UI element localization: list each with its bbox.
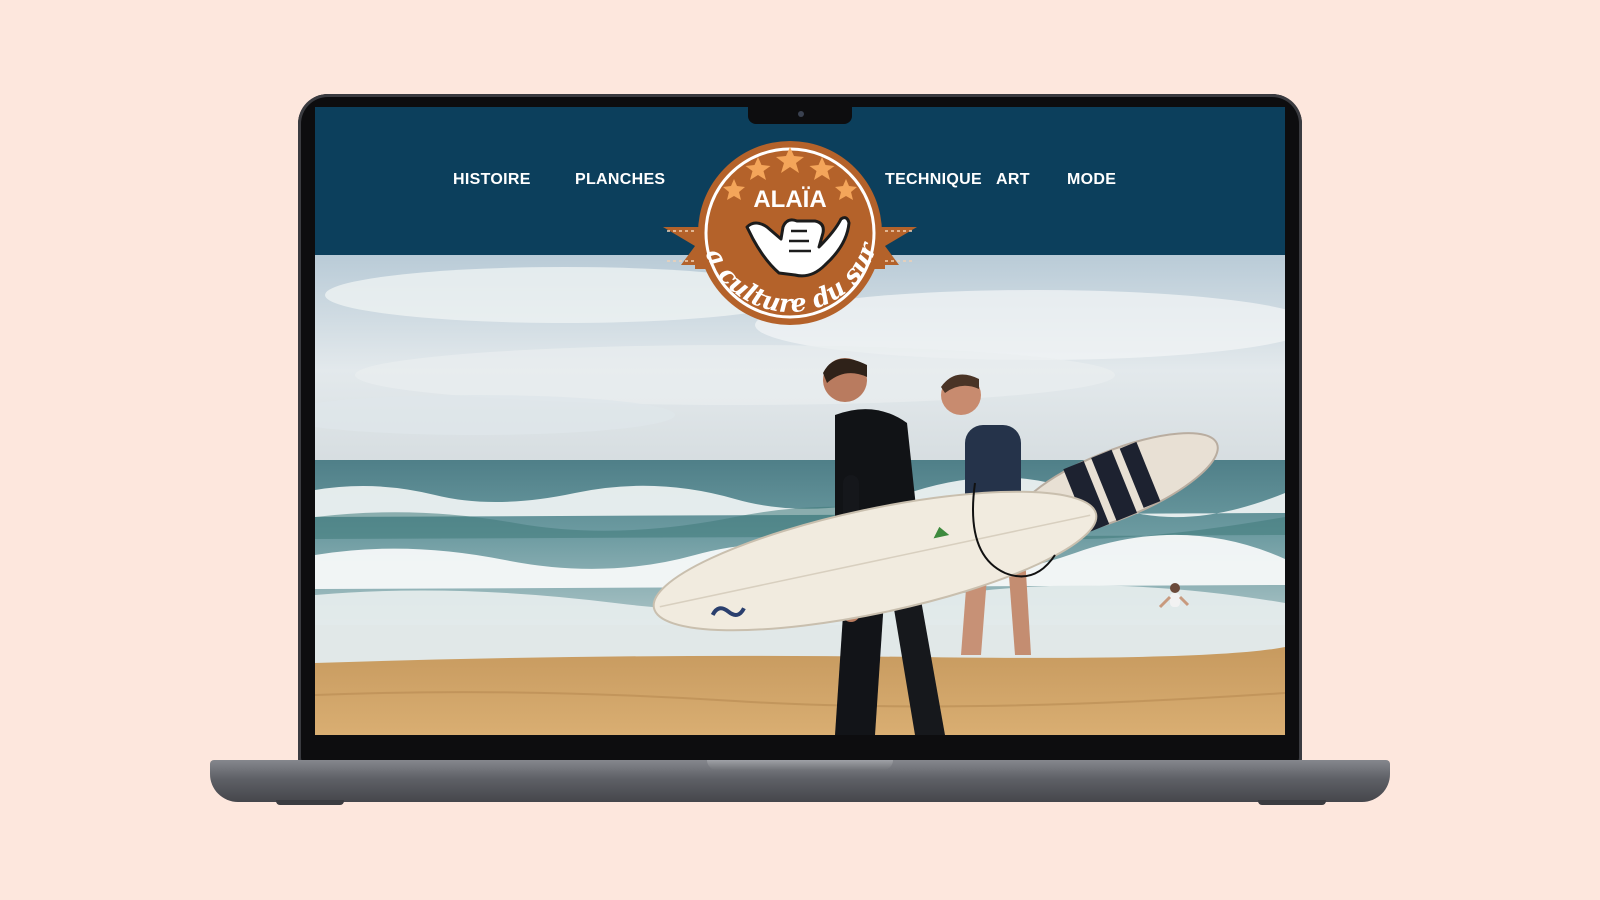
nav-item-histoire[interactable]: HISTOIRE xyxy=(453,171,531,189)
site-logo[interactable]: ALAÏA La culture du surf xyxy=(655,135,925,335)
laptop-foot-right xyxy=(1258,800,1326,805)
nav-item-art[interactable]: ART xyxy=(996,171,1030,189)
nav-item-mode[interactable]: MODE xyxy=(1067,171,1116,189)
laptop-base xyxy=(210,760,1390,802)
logo-brand-text: ALAÏA xyxy=(753,186,826,213)
nav-item-planches[interactable]: PLANCHES xyxy=(575,171,665,189)
camera-notch xyxy=(748,106,852,124)
browser-screen: HISTOIRE PLANCHES TECHNIQUE ART MODE ALA… xyxy=(315,107,1285,735)
laptop-foot-left xyxy=(276,800,344,805)
camera-icon xyxy=(798,111,804,117)
laptop-lid-opening-notch xyxy=(707,760,893,770)
